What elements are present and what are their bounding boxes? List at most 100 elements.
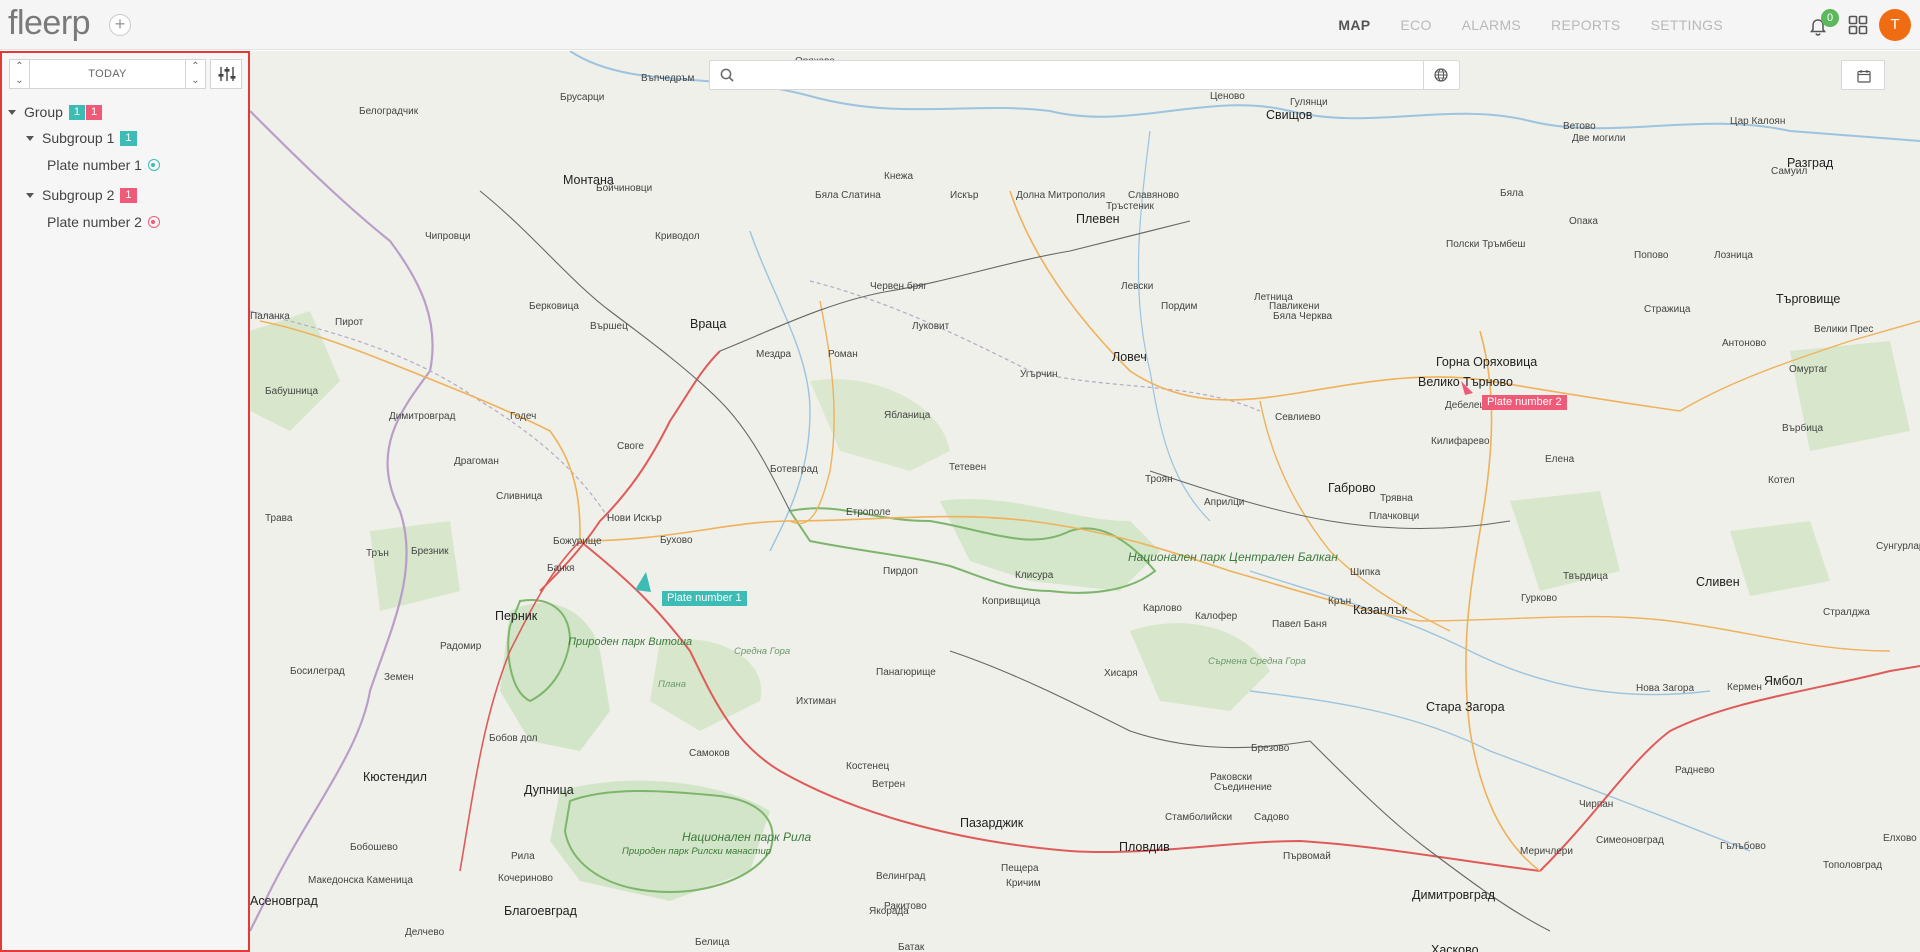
caret-down-icon[interactable] [26,192,34,198]
town-label: Хисаря [1104,668,1138,679]
add-button[interactable]: + [109,14,131,36]
town-label: Гълъбово [1720,841,1766,852]
town-label: Тръстеник [1106,201,1154,212]
town-label: Ветово [1563,121,1596,132]
town-label: Копривщица [982,596,1041,607]
town-label: Стражица [1644,304,1691,315]
town-label: Бяла Слатина [815,190,881,201]
town-label: Банкя [547,563,575,574]
vehicle-marker-label[interactable]: Plate number 2 [1482,395,1567,410]
town-label: Мездра [756,349,792,360]
date-label[interactable]: TODAY [31,60,184,88]
town-label: Велинград [876,871,926,882]
nav-tab-reports[interactable]: REPORTS [1536,17,1636,33]
town-label: Меричлери [1520,846,1573,857]
nav-tab-alarms[interactable]: ALARMS [1447,17,1536,33]
subgroup-label: Subgroup 2 [42,187,115,203]
town-label: Антоново [1722,338,1767,349]
tree-group[interactable]: Group 1 1 [8,102,103,122]
map-search-bar[interactable] [709,60,1460,90]
town-label: Ценово [1210,91,1245,102]
nav-tab-map[interactable]: MAP [1323,17,1385,33]
nav-tab-eco[interactable]: ECO [1385,17,1446,33]
tree-subgroup-1[interactable]: Subgroup 1 1 [26,128,137,148]
vehicle-label: Plate number 2 [47,214,142,230]
group-label: Group [24,104,63,120]
town-label: Севлиево [1275,412,1321,423]
town-label: Полски Тръмбеш [1446,239,1526,250]
city-label: Кюстендил [363,770,427,784]
subgroup-label: Subgroup 1 [42,130,115,146]
app-logo[interactable]: fleerp [8,4,91,43]
online-count-badge: 1 [68,104,86,120]
town-label: Якорада [869,906,909,917]
tree-vehicle-2[interactable]: Plate number 2 [47,212,160,232]
town-label: Бобошево [350,842,398,853]
city-label: Сливен [1696,575,1740,589]
town-label: Раднево [1675,765,1715,776]
grid-icon[interactable] [1848,15,1868,35]
town-label: Криводол [655,231,700,242]
search-input[interactable] [742,64,1402,86]
chevron-up-icon[interactable]: ⌃ [186,60,205,74]
city-label: Пазарджик [960,816,1024,830]
town-label: Белоградчик [359,106,419,117]
caret-down-icon[interactable] [8,109,16,115]
chevron-up-icon[interactable]: ⌃ [10,60,29,74]
town-label: Бабушница [265,386,319,397]
vehicle-marker-label[interactable]: Plate number 1 [662,591,747,606]
town-label: Трън [366,548,389,559]
town-label: Садово [1254,812,1290,823]
vehicle-label: Plate number 1 [47,157,142,173]
town-label: Шипка [1350,567,1381,578]
chevron-down-icon[interactable]: ⌄ [186,74,205,88]
chevron-down-icon[interactable]: ⌄ [10,74,29,88]
forest-area [1790,341,1910,451]
map-layers-button[interactable] [1423,61,1459,89]
town-label: Бобов дол [489,733,538,744]
park-label: Сърнена Средна Гора [1208,656,1306,667]
date-picker[interactable]: ⌃ ⌄ TODAY ⌃ ⌄ [9,59,206,89]
town-label: Пордим [1161,301,1198,312]
town-label: Стамболийски [1165,812,1233,823]
calendar-button[interactable] [1841,60,1885,90]
town-label: Долна Митрополия [1016,190,1106,201]
town-label: Клисура [1015,570,1054,581]
river [749,230,811,552]
nav-tab-settings[interactable]: SETTINGS [1636,17,1738,33]
map-view[interactable]: Монтана Враца Плевен Ловеч Велико Търнов… [250,51,1920,952]
user-avatar[interactable]: T [1879,9,1911,41]
town-label: Костенец [846,761,890,772]
vehicle-panel: ⌃ ⌄ TODAY ⌃ ⌄ Group 1 1 Subgroup 1 1 Pla… [0,51,250,952]
secondary-road [719,220,1191,352]
city-label: Асеновград [250,894,318,908]
town-label: Елена [1545,454,1575,465]
town-label: Пирдоп [883,566,918,577]
vehicle-marker-icon[interactable] [634,572,652,594]
vehicle-marker-icon[interactable] [1459,381,1475,401]
main-nav: MAP ECO ALARMS REPORTS SETTINGS [1323,0,1738,50]
tree-subgroup-2[interactable]: Subgroup 2 1 [26,185,137,205]
filter-button[interactable] [210,59,242,89]
city-label: Димитровград [1412,888,1496,902]
town-label: Димитровград [389,411,456,422]
town-label: Самоков [689,748,730,759]
primary-road [1419,615,1891,652]
town-label: Роман [828,349,858,360]
caret-down-icon[interactable] [26,135,34,141]
town-label: Радомир [440,641,482,652]
town-label: Самуил [1771,166,1808,177]
town-label: Берковица [529,301,579,312]
date-spinner-right: ⌃ ⌄ [185,60,205,88]
park-label: Плана [658,679,687,690]
town-label: Гурково [1521,593,1558,604]
globe-icon [1434,68,1448,82]
secondary-road [479,190,791,512]
tree-vehicle-1[interactable]: Plate number 1 [47,155,160,175]
town-label: Лозница [1714,250,1753,261]
city-label: Плевен [1076,212,1120,226]
subgroup-count-badge: 1 [120,130,137,146]
town-label: Крън [1328,596,1352,607]
town-label: Калофер [1195,611,1238,622]
sliders-icon [218,67,236,81]
